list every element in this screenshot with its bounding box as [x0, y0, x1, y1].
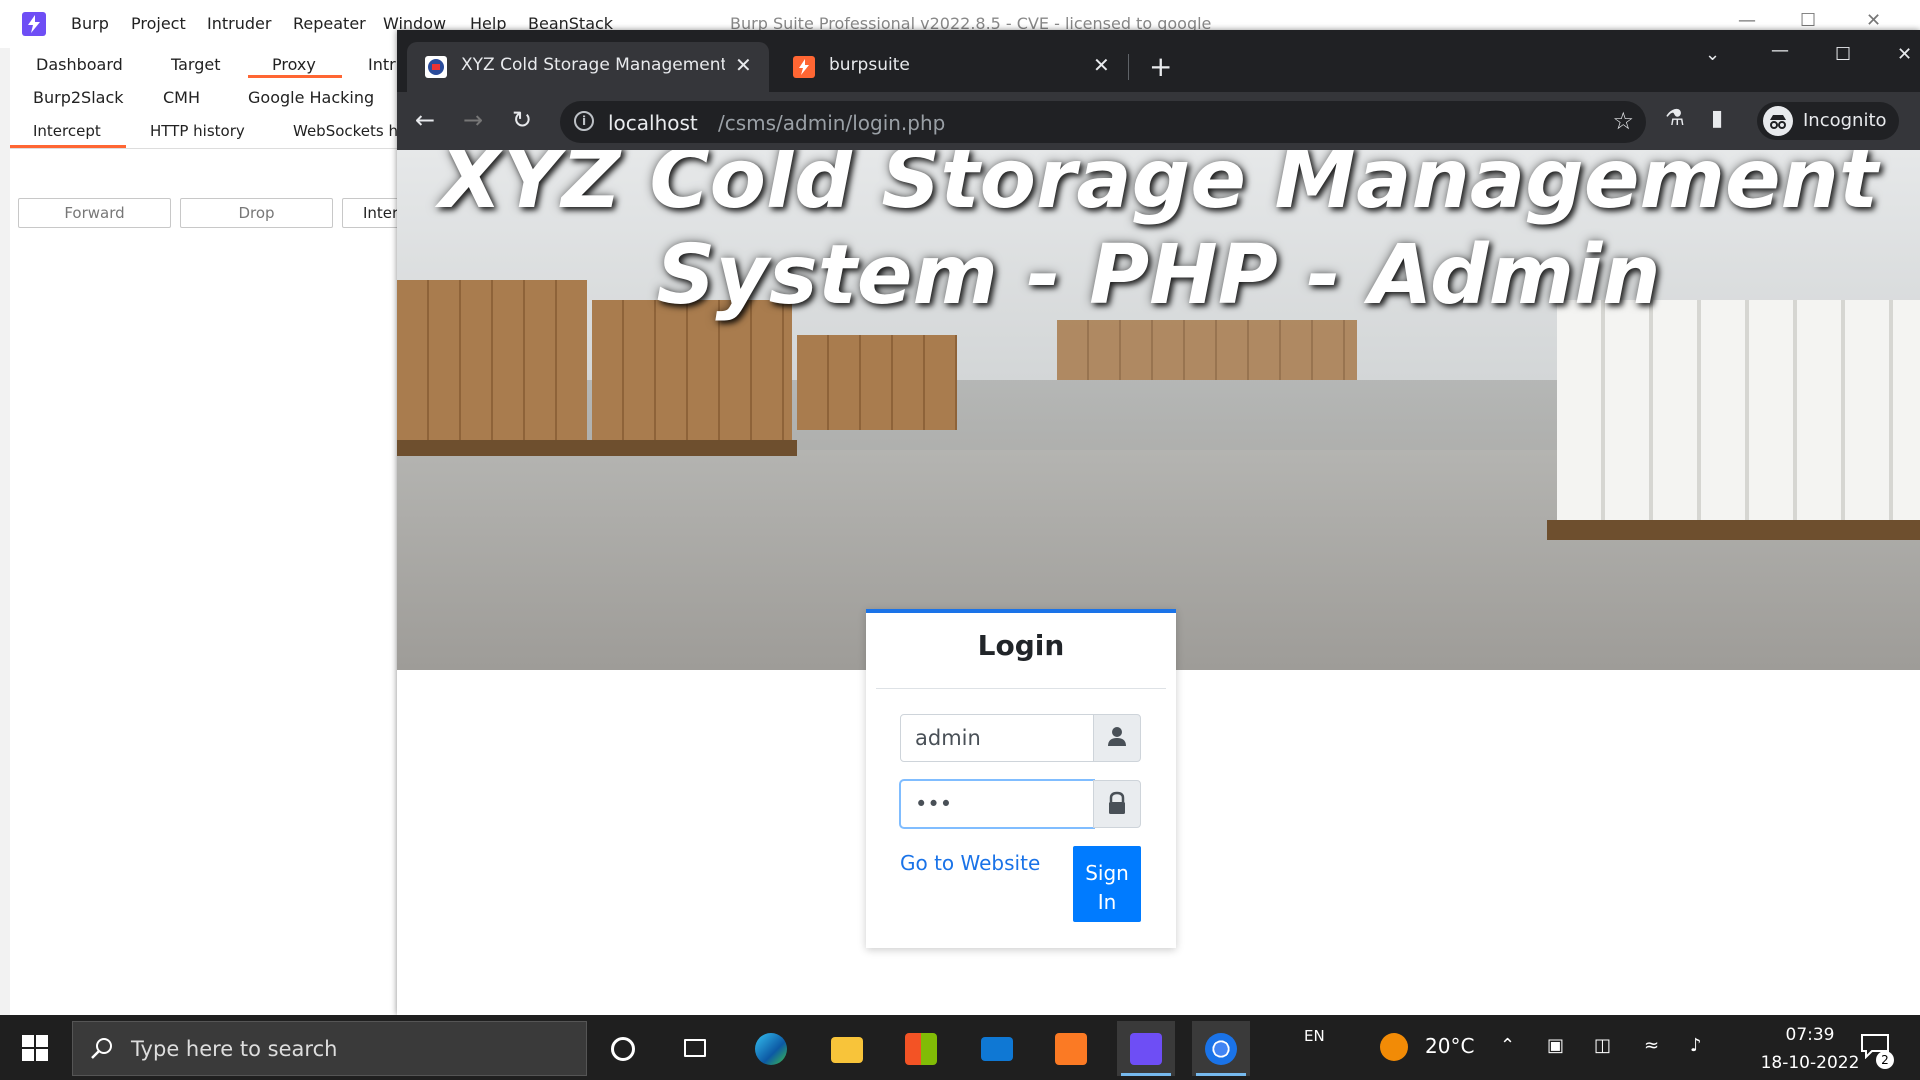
bucket-stack — [1557, 300, 1920, 520]
burp-maximize-icon[interactable]: ☐ — [1800, 10, 1816, 31]
task-view-icon[interactable] — [666, 1021, 724, 1076]
burp-tab-cmh[interactable]: CMH — [163, 88, 200, 107]
username-field-group — [900, 714, 1141, 762]
taskbar-search-box[interactable]: Type here to search — [72, 1021, 587, 1076]
labs-flask-icon[interactable]: ⚗ — [1665, 106, 1685, 131]
burp-subtab-http-history[interactable]: HTTP history — [150, 122, 245, 140]
chrome-maximize-icon[interactable]: ☐ — [1835, 44, 1851, 65]
username-input[interactable] — [900, 714, 1094, 762]
incognito-icon — [1763, 106, 1793, 136]
burp-taskbar-icon[interactable] — [1117, 1021, 1175, 1076]
file-explorer-icon[interactable] — [818, 1021, 876, 1076]
side-panel-icon[interactable]: ▮ — [1711, 106, 1723, 131]
password-input[interactable] — [900, 780, 1094, 828]
reload-icon[interactable]: ↻ — [512, 106, 532, 134]
bookmark-star-icon[interactable]: ☆ — [1612, 107, 1634, 135]
burp-menu-intruder[interactable]: Intruder — [207, 14, 271, 33]
burp-menu-burp[interactable]: Burp — [71, 14, 109, 33]
burp-menu-project[interactable]: Project — [131, 14, 186, 33]
page-viewport: XYZ Cold Storage Management System - PHP… — [397, 150, 1920, 1015]
mail-icon[interactable] — [968, 1021, 1026, 1076]
login-divider — [876, 688, 1166, 689]
edge-icon[interactable] — [742, 1021, 800, 1076]
chrome-tab-burpsuite[interactable]: burpsuite ✕ — [775, 42, 1115, 92]
burp-tab-intruder[interactable]: Intr — [368, 55, 396, 74]
forward-arrow-icon[interactable]: → — [463, 106, 483, 134]
search-placeholder: Type here to search — [131, 1037, 338, 1061]
hero-title: XYZ Cold Storage Management System - PHP… — [438, 150, 1879, 323]
wifi-icon[interactable]: ≈ — [1644, 1035, 1659, 1056]
hero-banner: XYZ Cold Storage Management System - PHP… — [397, 150, 1920, 670]
burp-favicon-icon — [793, 56, 815, 78]
sign-in-button[interactable]: Sign In — [1073, 846, 1141, 922]
chrome-tab-title: burpsuite — [829, 55, 910, 75]
volume-icon[interactable]: ♪ — [1690, 1035, 1702, 1056]
url-path: /csms/admin/login.php — [718, 111, 946, 135]
site-info-icon[interactable]: i — [574, 111, 594, 131]
windows-taskbar: Type here to search EN 20°C ⌃ ▣ ◫ ≈ ♪ 07… — [0, 1015, 1920, 1080]
chrome-window: XYZ Cold Storage Management S ✕ burpsuit… — [397, 30, 1920, 1015]
burp-tab-proxy[interactable]: Proxy — [272, 55, 316, 74]
tab-divider — [1128, 54, 1129, 80]
burp-tab-dashboard[interactable]: Dashboard — [36, 55, 123, 74]
cortana-icon[interactable] — [594, 1021, 652, 1076]
incognito-badge[interactable]: Incognito — [1757, 102, 1899, 140]
meet-now-icon[interactable]: ▣ — [1547, 1035, 1564, 1056]
burp-proxy-underline — [248, 75, 342, 78]
xampp-icon[interactable] — [1042, 1021, 1100, 1076]
notification-count-badge: 2 — [1876, 1051, 1894, 1069]
chrome-tab-csms[interactable]: XYZ Cold Storage Management S ✕ — [407, 42, 769, 92]
chrome-tabstrip: XYZ Cold Storage Management S ✕ burpsuit… — [397, 30, 1920, 92]
burp-close-icon[interactable]: ✕ — [1866, 10, 1881, 31]
tray-chevron-up-icon[interactable]: ⌃ — [1500, 1035, 1515, 1056]
tab-search-chevron-icon[interactable]: ⌄ — [1705, 44, 1720, 65]
chrome-minimize-icon[interactable]: — — [1771, 40, 1789, 61]
search-icon — [91, 1038, 112, 1059]
tab-close-icon[interactable]: ✕ — [735, 53, 752, 77]
pallet — [397, 440, 797, 456]
login-title: Login — [977, 629, 1065, 662]
burp-separator — [10, 148, 400, 149]
go-to-website-link[interactable]: Go to Website — [900, 851, 1040, 875]
tab-close-icon[interactable]: ✕ — [1093, 53, 1110, 77]
weather-sun-icon[interactable] — [1380, 1033, 1408, 1061]
burp-subtab-intercept[interactable]: Intercept — [33, 122, 101, 140]
burp-left-edge — [0, 48, 10, 1015]
clock-time[interactable]: 07:39 — [1760, 1025, 1860, 1045]
weather-temperature[interactable]: 20°C — [1425, 1034, 1474, 1058]
burp-tab-burp2slack[interactable]: Burp2Slack — [33, 88, 124, 107]
url-host: localhost — [608, 111, 698, 135]
burp-tab-target[interactable]: Target — [171, 55, 221, 74]
language-indicator[interactable]: EN — [1304, 1027, 1325, 1045]
password-field-group — [900, 780, 1141, 828]
burp-tab-google-hacking[interactable]: Google Hacking — [248, 88, 374, 107]
burp-forward-button[interactable]: Forward — [18, 198, 171, 228]
burp-menu-repeater[interactable]: Repeater — [293, 14, 366, 33]
burp-subtab-websockets[interactable]: WebSockets h — [293, 122, 398, 140]
chrome-taskbar-icon[interactable] — [1192, 1021, 1250, 1076]
incognito-label: Incognito — [1803, 110, 1887, 131]
burp-logo-icon — [22, 12, 46, 36]
pallet — [1547, 520, 1920, 540]
back-arrow-icon[interactable]: ← — [415, 106, 435, 134]
crate-stack — [797, 335, 957, 430]
new-tab-icon[interactable]: + — [1149, 50, 1172, 83]
windows-start-icon[interactable] — [22, 1035, 48, 1061]
lock-icon — [1093, 780, 1141, 828]
clock-date[interactable]: 18-10-2022 — [1740, 1053, 1880, 1073]
crate-stack — [1057, 320, 1357, 380]
burp-drop-button[interactable]: Drop — [180, 198, 333, 228]
address-bar[interactable]: i localhost /csms/admin/login.php ☆ — [560, 101, 1646, 143]
microsoft-store-icon[interactable] — [892, 1021, 950, 1076]
site-favicon-icon — [425, 56, 447, 78]
login-card: Login Go to Website Sign In — [866, 609, 1176, 948]
chrome-tab-title: XYZ Cold Storage Management S — [461, 55, 725, 75]
user-icon — [1093, 714, 1141, 762]
chrome-close-icon[interactable]: ✕ — [1897, 44, 1912, 65]
chrome-toolbar: ← → ↻ i localhost /csms/admin/login.php … — [397, 92, 1920, 150]
burp-minimize-icon[interactable]: — — [1738, 10, 1756, 31]
battery-icon[interactable]: ◫ — [1594, 1035, 1611, 1056]
